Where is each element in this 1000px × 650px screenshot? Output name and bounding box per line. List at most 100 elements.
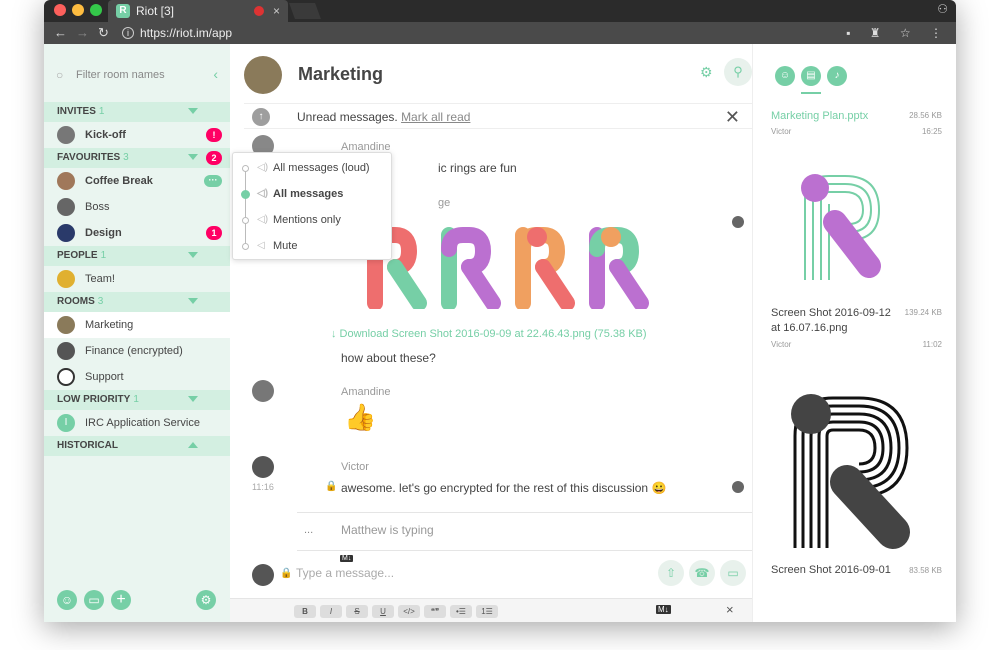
chevron-down-icon[interactable]: [188, 298, 198, 304]
forward-arrow-icon[interactable]: →: [76, 22, 89, 44]
room-view: Marketing ⚙ ⚲ ↑ Unread messages. Mark al…: [230, 44, 752, 622]
code-button[interactable]: </>: [398, 605, 420, 618]
bullet-list-button[interactable]: •☰: [450, 605, 472, 618]
lock-icon: 🔒: [280, 568, 293, 579]
menu-item-all-loud[interactable]: ◁) All messages (loud): [233, 155, 393, 181]
message-input[interactable]: Type a message...: [296, 566, 394, 580]
read-receipt-avatar[interactable]: [732, 481, 744, 493]
collapse-panel-icon[interactable]: ‹: [213, 66, 218, 82]
search-button[interactable]: ⚲: [724, 58, 752, 86]
file-name[interactable]: Screen Shot 2016-09-12 at 16.07.16.png: [771, 306, 901, 336]
settings-icon[interactable]: ⚙: [196, 590, 216, 610]
strikethrough-button[interactable]: S: [346, 605, 368, 618]
file-name[interactable]: Screen Shot 2016-09-01: [771, 564, 891, 576]
numbered-list-button[interactable]: 1☰: [476, 605, 498, 618]
close-formatting-button[interactable]: ×: [726, 602, 734, 617]
room-irc[interactable]: I IRC Application Service: [44, 410, 230, 436]
chevron-down-icon[interactable]: [188, 108, 198, 114]
room-avatar[interactable]: [244, 56, 282, 94]
menu-label: Mute: [273, 240, 298, 252]
typing-dots: ...: [304, 524, 314, 536]
person-icon[interactable]: ☺: [57, 590, 77, 610]
close-icon[interactable]: ✕: [725, 104, 740, 130]
section-historical[interactable]: HISTORICAL: [44, 436, 230, 456]
room-coffee-break[interactable]: Coffee Break ···: [44, 168, 230, 194]
filter-room-input[interactable]: Filter room names: [76, 69, 165, 81]
upload-icon[interactable]: ⇧: [658, 560, 684, 586]
section-favourites[interactable]: FAVOURITES 3 2: [44, 148, 230, 168]
image-attachment[interactable]: [365, 227, 655, 309]
image-thumbnail[interactable]: [799, 170, 899, 282]
section-count: 3: [123, 152, 129, 163]
chevron-down-icon[interactable]: [188, 154, 198, 160]
notifications-icon[interactable]: ♪: [827, 66, 847, 86]
bold-button[interactable]: B: [294, 605, 316, 618]
folder-icon[interactable]: ▭: [84, 590, 104, 610]
chevron-down-icon[interactable]: [188, 252, 198, 258]
typing-indicator: Matthew is typing: [341, 523, 434, 537]
avatar[interactable]: [252, 380, 274, 402]
active-tab-underline: [801, 92, 821, 94]
browser-tab[interactable]: R Riot [3] ×: [108, 0, 288, 22]
room-team[interactable]: Team!: [44, 266, 230, 292]
gear-icon[interactable]: ⚙: [700, 64, 713, 81]
left-bottom-buttons: ☺ ▭ + ⚙: [44, 590, 230, 610]
voice-call-icon[interactable]: ☎: [689, 560, 715, 586]
toolbar-icons[interactable]: ▪ ♜ ☆ ⋮: [846, 22, 950, 44]
info-icon[interactable]: i: [122, 27, 134, 39]
section-invites[interactable]: INVITES 1: [44, 102, 230, 122]
file-name[interactable]: Marketing Plan.pptx: [771, 110, 868, 122]
image-thumbnail[interactable]: [789, 392, 915, 552]
url-field[interactable]: i https://riot.im/app: [118, 24, 818, 42]
menu-item-mute[interactable]: ◁ Mute: [233, 233, 393, 259]
sender-name[interactable]: Victor: [341, 461, 369, 473]
radio-knob: [242, 217, 249, 224]
section-badge: 2: [206, 151, 222, 165]
plus-icon[interactable]: +: [111, 590, 131, 610]
page-title[interactable]: Marketing: [298, 64, 383, 85]
members-icon[interactable]: ☺: [775, 66, 795, 86]
section-people[interactable]: PEOPLE 1: [44, 246, 230, 266]
minimize-window-button[interactable]: [72, 4, 84, 16]
reload-icon[interactable]: ↻: [98, 22, 109, 44]
room-name: Kick-off: [85, 129, 126, 141]
divider: [297, 512, 752, 513]
jump-up-icon[interactable]: ↑: [252, 108, 270, 126]
quote-button[interactable]: ❝❞: [424, 605, 446, 618]
underline-button[interactable]: U: [372, 605, 394, 618]
room-options-button[interactable]: ···: [204, 175, 222, 187]
sender-name[interactable]: Amandine: [341, 386, 391, 398]
incognito-icon: ⚇: [937, 2, 948, 16]
close-tab-button[interactable]: ×: [273, 0, 280, 22]
room-design[interactable]: Design 1: [44, 220, 230, 246]
new-tab-button[interactable]: [289, 3, 321, 19]
chevron-up-icon[interactable]: [188, 442, 198, 448]
room-finance[interactable]: Finance (encrypted): [44, 338, 230, 364]
markdown-toggle[interactable]: M↓: [656, 605, 671, 614]
zoom-window-button[interactable]: [90, 4, 102, 16]
radio-knob-selected: [241, 190, 250, 199]
room-kickoff[interactable]: Kick-off !: [44, 122, 230, 148]
room-support[interactable]: Support: [44, 364, 230, 390]
section-low-priority[interactable]: LOW PRIORITY 1: [44, 390, 230, 410]
mark-all-read-link[interactable]: Mark all read: [401, 110, 470, 124]
back-arrow-icon[interactable]: ←: [54, 22, 67, 44]
formatting-bar: B I S U </> ❝❞ •☰ 1☰ M↓ ×: [230, 598, 752, 622]
files-icon[interactable]: ▤: [801, 66, 821, 86]
video-call-icon[interactable]: ▭: [720, 560, 746, 586]
download-link[interactable]: ↓ Download Screen Shot 2016-09-09 at 22.…: [331, 328, 647, 340]
menu-item-all[interactable]: ◁) All messages: [233, 181, 393, 207]
read-receipt-avatar[interactable]: [732, 216, 744, 228]
avatar[interactable]: [252, 456, 274, 478]
section-rooms[interactable]: ROOMS 3: [44, 292, 230, 312]
menu-item-mentions[interactable]: ◁) Mentions only: [233, 207, 393, 233]
section-count: 1: [133, 394, 139, 405]
room-boss[interactable]: Boss: [44, 194, 230, 220]
italic-button[interactable]: I: [320, 605, 342, 618]
file-time: 16:25: [921, 127, 942, 136]
close-window-button[interactable]: [54, 4, 66, 16]
room-filter[interactable]: ○ Filter room names ‹: [44, 44, 230, 102]
chevron-down-icon[interactable]: [188, 396, 198, 402]
section-label: PEOPLE: [57, 250, 98, 261]
room-marketing[interactable]: Marketing: [44, 312, 230, 338]
